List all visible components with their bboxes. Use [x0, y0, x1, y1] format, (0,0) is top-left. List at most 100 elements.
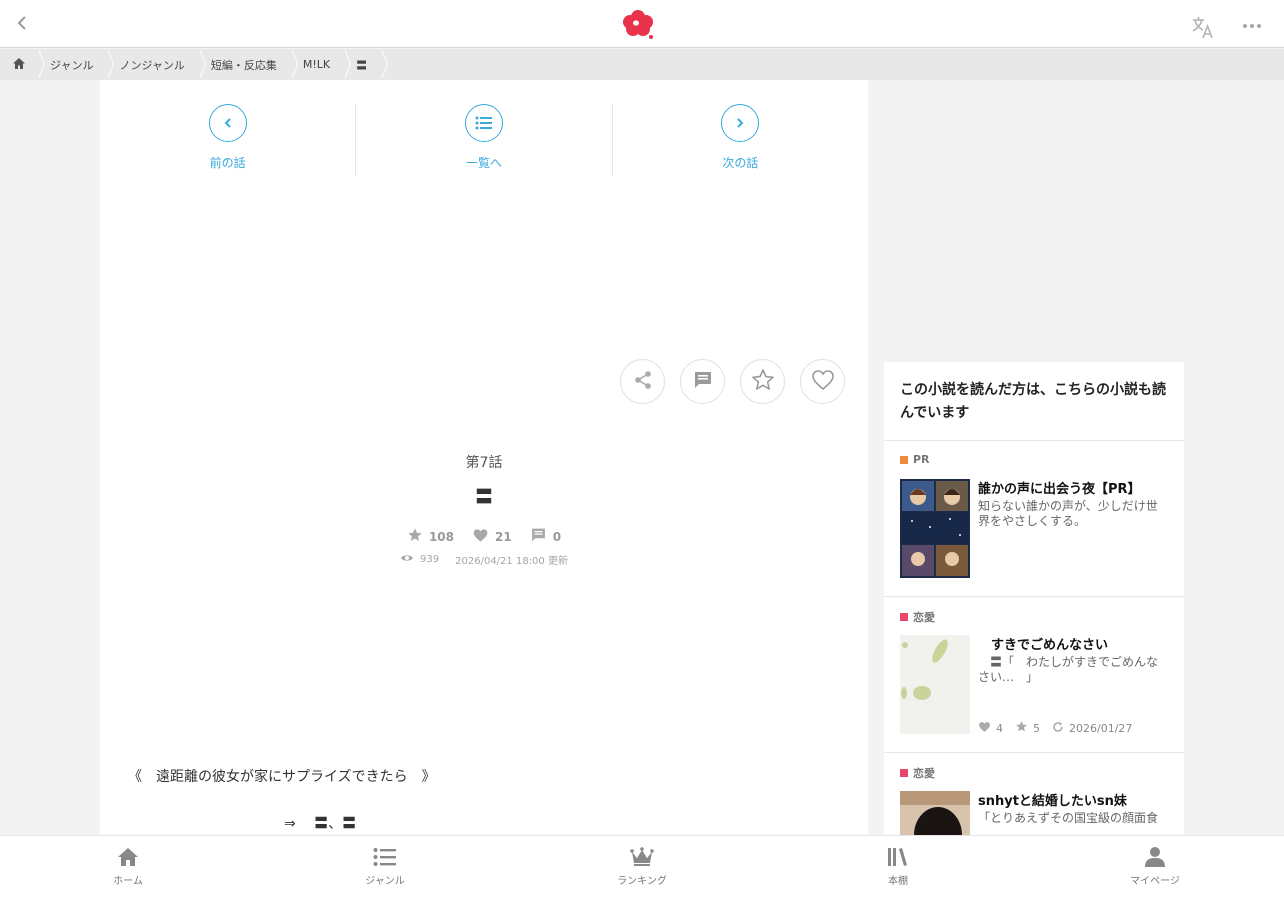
comment-icon: [693, 370, 713, 394]
recommendations-panel: この小説を読んだ方は、こちらの小説も読んでいます PR 誰かの声に出会う夜【PR…: [884, 362, 1184, 835]
tag-color-square: [900, 769, 908, 777]
view-count-value: 939: [420, 554, 440, 565]
breadcrumb-genre[interactable]: ジャンル: [38, 49, 115, 80]
tab-home[interactable]: ホーム: [88, 844, 168, 887]
card-tag: 恋愛: [900, 609, 1168, 625]
chevron-left-icon: [208, 104, 247, 142]
card-thumbnail: [900, 635, 970, 734]
card-tag: 恋愛: [900, 765, 1168, 781]
breadcrumb-milk[interactable]: M!LK: [291, 49, 352, 80]
translate-icon[interactable]: [1190, 14, 1216, 40]
card-tag-label: 恋愛: [913, 767, 935, 780]
breadcrumb-short[interactable]: 短編・反応集: [199, 49, 298, 80]
comment-button[interactable]: [680, 359, 725, 404]
card-description: 〓「 わたしがすきでごめんなさい… 」: [978, 655, 1159, 684]
comment-icon: [530, 527, 547, 546]
body-text-line: ⇒ 〓、〓: [284, 816, 357, 832]
tab-bookshelf[interactable]: 本棚: [858, 844, 938, 887]
heart-outline-icon: [811, 369, 835, 395]
top-header: [0, 0, 1284, 48]
tab-label: ランキング: [617, 876, 667, 887]
episode-nav: 前の話 一覧へ 次の話: [100, 104, 868, 176]
more-dots-icon[interactable]: [1240, 18, 1264, 32]
card-title: snhytと結婚したいsn妹: [978, 794, 1127, 809]
card-tag-label: 恋愛: [913, 611, 935, 624]
card-description: 知らない誰かの声が、少しだけ世界をやさしくする。: [978, 499, 1158, 528]
breadcrumb-label: ジャンル: [50, 58, 94, 72]
breadcrumb-nongenre[interactable]: ノンジャンル: [107, 49, 207, 80]
star-count: 108: [407, 527, 454, 546]
card-like-count: 4: [978, 721, 1003, 736]
list-icon: [372, 844, 398, 870]
star-icon: [1015, 720, 1028, 736]
refresh-icon: [1052, 721, 1064, 736]
card-thumbnail: [900, 791, 970, 835]
user-icon: [1142, 844, 1168, 870]
tab-genre[interactable]: ジャンル: [345, 844, 425, 887]
comment-count: 0: [530, 527, 561, 546]
card-title: 誰かの声に出会う夜【PR】: [978, 482, 1141, 497]
card-thumbnail: [900, 479, 970, 578]
episode-list-button[interactable]: 一覧へ: [356, 104, 613, 176]
like-count: 21: [472, 527, 512, 546]
recommendation-card[interactable]: 恋愛 snhytと結婚したいsn妹 「とりあえずその国宝級の顔面食: [884, 753, 1184, 835]
list-icon: [464, 104, 503, 142]
reader-main: 前の話 一覧へ 次の話 第7話 〓 108 21 0 939 2026/04/2…: [100, 80, 868, 835]
breadcrumb-label: 〓: [356, 58, 368, 72]
episode-stats: 108 21 0: [100, 527, 868, 546]
tab-label: 本棚: [888, 876, 908, 887]
episode-number: 第7話: [465, 455, 503, 471]
bottom-tab-bar: ホーム ジャンル ランキング 本棚 マイページ: [0, 835, 1284, 900]
next-episode-button[interactable]: 次の話: [613, 104, 868, 176]
card-date-value: 2026/01/27: [1069, 721, 1133, 735]
card-description: 「とりあえずその国宝級の顔面食: [978, 811, 1159, 825]
recommendation-card[interactable]: 恋愛 すきでごめんなさい 〓「 わたしがすきでごめんなさい… 」 4 5 202…: [884, 597, 1184, 753]
prev-episode-label: 前の話: [209, 156, 246, 170]
crown-icon: [629, 844, 655, 870]
prev-episode-button[interactable]: 前の話: [100, 104, 357, 176]
card-title: すきでごめんなさい: [978, 638, 1109, 653]
chevron-right-icon: [721, 104, 760, 142]
tab-label: マイページ: [1130, 876, 1180, 887]
tab-ranking[interactable]: ランキング: [602, 844, 682, 887]
star-outline-icon: [751, 368, 775, 396]
updated-date: 2026/04/21 18:00 更新: [455, 556, 568, 567]
bookshelf-icon: [885, 844, 911, 870]
chevron-left-icon[interactable]: [12, 12, 34, 34]
breadcrumb-label: M!LK: [302, 58, 331, 71]
breadcrumb-home[interactable]: [0, 49, 45, 80]
card-star-count: 5: [1015, 720, 1040, 736]
star-icon: [407, 527, 423, 546]
view-count: 939: [400, 552, 439, 567]
next-episode-label: 次の話: [722, 156, 759, 170]
share-button[interactable]: [620, 359, 665, 404]
card-tag: PR: [900, 453, 1168, 466]
card-star-value: 5: [1033, 721, 1040, 735]
like-heart-button[interactable]: [800, 359, 845, 404]
recommendation-card[interactable]: PR 誰かの声に出会う夜【PR】 知らない誰かの声が、少しだけ世界をやさしくする…: [884, 441, 1184, 597]
card-tag-label: PR: [913, 453, 930, 466]
tab-mypage[interactable]: マイページ: [1115, 844, 1195, 887]
tag-color-square: [900, 613, 908, 621]
tag-color-square: [900, 455, 908, 464]
tab-label: ジャンル: [365, 876, 405, 887]
breadcrumb-label: 短編・反応集: [210, 58, 277, 72]
episode-meta: 939 2026/04/21 18:00 更新: [100, 552, 868, 567]
like-count-value: 21: [495, 529, 512, 544]
episode-list-label: 一覧へ: [465, 156, 502, 170]
card-like-value: 4: [996, 721, 1003, 735]
site-logo[interactable]: [620, 7, 656, 41]
comment-count-value: 0: [552, 529, 562, 544]
star-count-value: 108: [428, 529, 454, 544]
card-update-date: 2026/01/27: [1052, 721, 1132, 736]
home-icon: [12, 57, 26, 73]
home-icon: [115, 844, 141, 870]
share-icon: [633, 370, 653, 394]
tab-label: ホーム: [113, 876, 143, 887]
favorite-star-button[interactable]: [740, 359, 785, 404]
eye-icon: [400, 553, 414, 566]
breadcrumb: ジャンル ノンジャンル 短編・反応集 M!LK 〓: [0, 49, 1284, 80]
breadcrumb-label: ノンジャンル: [119, 58, 185, 72]
episode-title: 〓: [475, 487, 493, 508]
body-text-line: 《 遠距離の彼女が家にサプライズできたら 》: [128, 769, 436, 785]
